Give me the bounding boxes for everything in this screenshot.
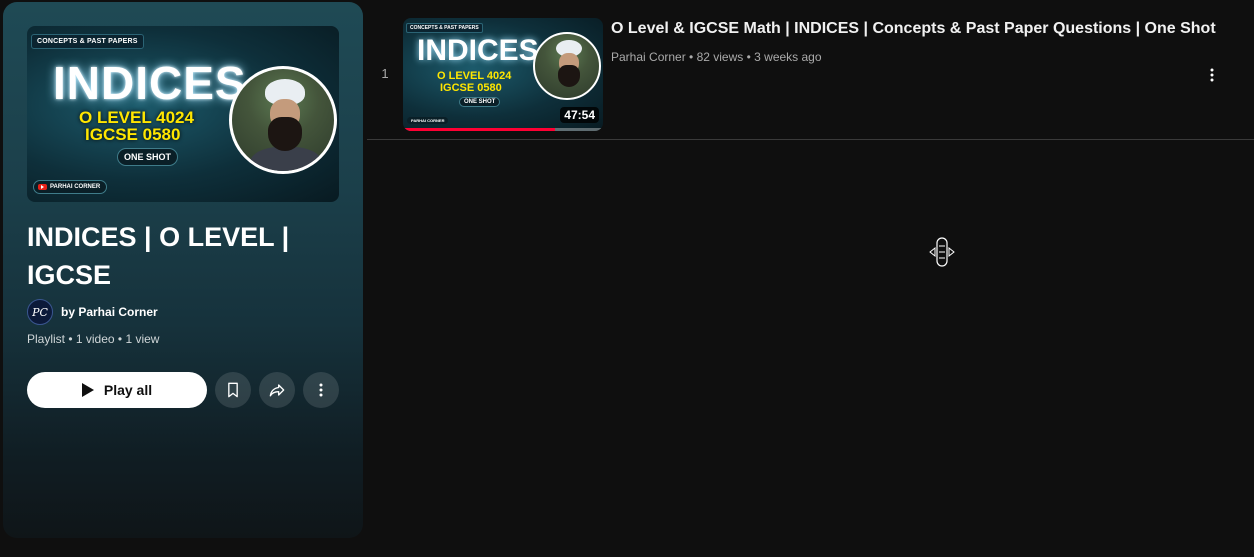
thumbnail-tag: CONCEPTS & PAST PAPERS xyxy=(31,34,144,49)
video-meta: Parhai Corner • 82 views • 3 weeks ago xyxy=(611,50,822,64)
thumbnail-line-1: O LEVEL 4024 xyxy=(437,70,512,82)
thumbnail-line-2: IGCSE 0580 xyxy=(85,125,181,144)
meta-separator: • xyxy=(685,50,697,64)
video-views: 82 views xyxy=(696,50,744,64)
thumbnail-title: INDICES xyxy=(417,34,539,67)
meta-separator: • xyxy=(743,50,755,64)
video-menu-button[interactable] xyxy=(1197,60,1227,90)
video-duration: 47:54 xyxy=(560,107,599,123)
channel-avatar[interactable]: PC xyxy=(27,299,53,325)
play-all-label: Play all xyxy=(103,382,153,398)
scroll-cursor-icon xyxy=(929,237,955,267)
thumbnail-tag: CONCEPTS & PAST PAPERS xyxy=(406,23,483,33)
thumbnail-brand: PARHAI CORNER xyxy=(407,117,449,124)
presenter-photo xyxy=(229,66,337,174)
presenter-photo xyxy=(533,32,601,100)
more-actions-button[interactable] xyxy=(303,372,339,408)
watch-progress-bar xyxy=(403,128,603,131)
more-vert-icon xyxy=(319,383,323,397)
video-title[interactable]: O Level & IGCSE Math | INDICES | Concept… xyxy=(611,20,1216,38)
thumbnail-brand: PARHAI CORNER xyxy=(33,180,108,194)
video-index: 1 xyxy=(381,66,389,81)
playlist-meta: Playlist • 1 video • 1 view xyxy=(27,332,160,346)
playlist-actions: Play all xyxy=(27,372,339,408)
playlist-owner[interactable]: PC by Parhai Corner xyxy=(27,299,158,325)
thumbnail-title: INDICES xyxy=(53,57,247,109)
video-channel[interactable]: Parhai Corner xyxy=(611,50,686,64)
play-icon xyxy=(81,383,94,397)
owner-name[interactable]: by Parhai Corner xyxy=(61,305,158,319)
thumbnail-brand-label: PARHAI CORNER xyxy=(50,184,101,190)
video-age: 3 weeks ago xyxy=(754,50,822,64)
share-icon xyxy=(269,384,285,397)
youtube-logo-icon xyxy=(38,184,47,190)
watch-progress-fill xyxy=(403,128,555,131)
play-all-button[interactable]: Play all xyxy=(27,372,207,408)
video-thumbnail[interactable]: CONCEPTS & PAST PAPERS INDICES O LEVEL 4… xyxy=(403,18,603,131)
share-button[interactable] xyxy=(259,372,295,408)
playlist-title: INDICES | O LEVEL | IGCSE xyxy=(27,222,290,290)
more-vert-icon xyxy=(1210,68,1214,82)
thumbnail-line-2: IGCSE 0580 xyxy=(440,82,502,94)
thumbnail-badge: ONE SHOT xyxy=(459,97,501,107)
playlist-header-panel: CONCEPTS & PAST PAPERS INDICES O LEVEL 4… xyxy=(3,2,363,538)
bookmark-icon xyxy=(228,382,238,398)
playlist-video-row[interactable]: 1 CONCEPTS & PAST PAPERS INDICES O LEVEL… xyxy=(367,14,1254,140)
thumbnail-badge: ONE SHOT xyxy=(117,148,179,166)
playlist-thumbnail[interactable]: CONCEPTS & PAST PAPERS INDICES O LEVEL 4… xyxy=(27,26,339,202)
save-playlist-button[interactable] xyxy=(215,372,251,408)
